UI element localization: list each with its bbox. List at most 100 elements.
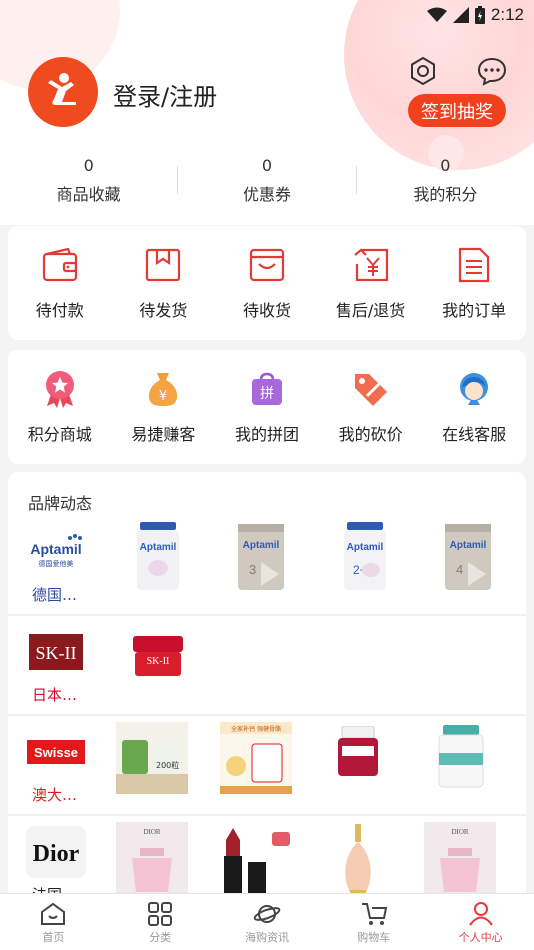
services-card: 积分商城 ¥ 易捷赚客 拼 我的拼团 我的砍价 在线客服	[8, 350, 526, 464]
product-thumb[interactable]: Aptamil 2+	[330, 522, 400, 592]
brand-row-skii[interactable]: SK-II 日本… SK-II	[8, 616, 526, 716]
tab-cart[interactable]: 购物车	[320, 894, 427, 950]
customer-service-icon	[454, 369, 494, 409]
brand-logo-aptamil[interactable]: Aptamil 德国爱他美	[26, 526, 86, 578]
product-thumb[interactable]	[330, 722, 386, 782]
product-thumb[interactable]: 全家补钙 强健骨骼	[220, 722, 292, 794]
order-my-orders[interactable]: 我的订单	[422, 245, 526, 321]
tab-profile[interactable]: 个人中心	[427, 894, 534, 950]
settings-icon[interactable]	[407, 55, 439, 87]
user-icon	[468, 902, 493, 926]
group-buy-icon: 拼	[247, 369, 287, 409]
product-thumb[interactable]: Aptamil 4	[433, 522, 503, 592]
product-thumb[interactable]: Aptamil 3	[226, 522, 296, 592]
svg-text:3: 3	[249, 562, 256, 577]
service-label: 积分商城	[27, 425, 92, 444]
svg-text:SK-II: SK-II	[36, 643, 77, 663]
service-earn[interactable]: ¥ 易捷赚客	[112, 369, 216, 445]
svg-text:全家补钙 强健骨骼: 全家补钙 强健骨骼	[231, 725, 281, 733]
svg-text:¥: ¥	[159, 389, 167, 404]
brand-logo-swisse[interactable]: Swisse	[26, 726, 86, 778]
status-time: 2:12	[490, 5, 524, 24]
brand-row-aptamil[interactable]: Aptamil 德国爱他美 德国… Aptamil Aptamil 3 Aptam…	[8, 516, 526, 616]
svg-text:4: 4	[456, 562, 463, 577]
category-icon	[148, 902, 173, 926]
brand-row-dior[interactable]: Dior 法国… DIOR DIOR	[8, 816, 526, 902]
bargain-tag-icon	[351, 369, 391, 409]
profile-header: 2:12 登录/注册 签到抽奖 0 商品收藏 0 优惠券 0 我的积分	[0, 0, 534, 225]
orders-card: 待付款 待发货 待收货 售后/退货 我的订单	[8, 226, 526, 340]
product-thumb[interactable]: SK-II	[123, 622, 193, 692]
stat-value: 0	[261, 155, 273, 175]
refund-icon	[351, 245, 391, 285]
svg-text:Aptamil: Aptamil	[347, 542, 384, 553]
svg-text:Swisse: Swisse	[34, 745, 78, 760]
order-pending-payment[interactable]: 待付款	[8, 245, 112, 321]
money-bag-icon: ¥	[143, 369, 183, 409]
order-label: 售后/退货	[335, 301, 406, 320]
status-bar: 2:12	[426, 4, 524, 26]
tab-news[interactable]: 海购资讯	[214, 894, 321, 950]
receive-box-icon	[247, 245, 287, 285]
stat-points[interactable]: 0 我的积分	[357, 156, 534, 205]
product-thumb[interactable]: 200粒	[116, 722, 188, 794]
brand-logo-dior[interactable]: Dior	[26, 826, 86, 878]
order-after-sales[interactable]: 售后/退货	[319, 245, 423, 321]
battery-icon	[474, 6, 485, 24]
tab-label: 个人中心	[458, 931, 503, 944]
service-label: 在线客服	[442, 425, 507, 444]
svg-text:DIOR: DIOR	[451, 828, 468, 836]
avatar[interactable]	[28, 57, 98, 127]
app-logo-icon	[48, 73, 76, 105]
signal-icon	[452, 7, 469, 23]
product-thumb[interactable]: Aptamil	[123, 522, 193, 592]
signin-lottery-button[interactable]: 签到抽奖	[408, 94, 506, 127]
svg-text:Dior: Dior	[33, 841, 80, 867]
wallet-icon	[40, 245, 80, 285]
message-icon[interactable]	[476, 55, 508, 87]
brand-news-card: 品牌动态 Aptamil 德国爱他美 德国… Aptamil Aptamil 3 …	[8, 472, 526, 902]
order-pending-shipment[interactable]: 待发货	[112, 245, 216, 321]
wifi-icon	[426, 7, 447, 22]
order-pending-receipt[interactable]: 待收货	[215, 245, 319, 321]
svg-text:Aptamil: Aptamil	[243, 540, 280, 551]
product-thumb[interactable]: DIOR	[116, 822, 188, 898]
tab-label: 海购资讯	[244, 931, 289, 944]
stat-label: 商品收藏	[56, 184, 121, 204]
stat-value: 0	[83, 155, 94, 175]
home-icon	[41, 902, 66, 925]
service-label: 我的拼团	[234, 425, 299, 444]
svg-text:Aptamil: Aptamil	[450, 540, 487, 551]
product-thumb[interactable]: DIOR	[424, 822, 496, 898]
order-label: 待收货	[242, 301, 291, 320]
svg-text:DIOR: DIOR	[143, 828, 160, 836]
svg-text:SK-II: SK-II	[147, 656, 170, 667]
brand-row-swisse[interactable]: Swisse 澳大… 200粒 全家补钙 强健骨骼	[8, 716, 526, 816]
login-register-link[interactable]: 登录/注册	[113, 77, 217, 112]
stat-label: 我的积分	[413, 184, 478, 204]
stat-favorites[interactable]: 0 商品收藏	[0, 156, 177, 205]
brand-country: 澳大…	[32, 786, 78, 804]
product-thumb[interactable]	[433, 722, 489, 792]
order-label: 待付款	[35, 301, 84, 320]
brand-news-title: 品牌动态	[28, 494, 93, 513]
stat-coupons[interactable]: 0 优惠券	[178, 156, 355, 205]
service-customer-support[interactable]: 在线客服	[422, 369, 526, 445]
brand-country: 德国…	[32, 586, 78, 604]
planet-icon	[253, 905, 281, 923]
bottom-tab-bar: 首页 分类 海购资讯 购物车 个人中心	[0, 893, 534, 950]
stat-value: 0	[440, 155, 451, 175]
tab-category[interactable]: 分类	[107, 894, 214, 950]
product-thumb[interactable]	[220, 822, 292, 898]
stat-label: 优惠券	[242, 184, 291, 204]
stats-bar: 0 商品收藏 0 优惠券 0 我的积分	[0, 150, 534, 210]
cart-icon	[361, 903, 388, 925]
tab-home[interactable]: 首页	[0, 894, 107, 950]
brand-logo-skii[interactable]: SK-II	[26, 626, 86, 678]
service-label: 易捷赚客	[131, 425, 196, 444]
service-bargain[interactable]: 我的砍价	[319, 369, 423, 445]
svg-text:拼: 拼	[260, 386, 274, 402]
service-points-mall[interactable]: 积分商城	[8, 369, 112, 445]
product-thumb[interactable]	[330, 822, 386, 898]
service-group-buy[interactable]: 拼 我的拼团	[215, 369, 319, 445]
